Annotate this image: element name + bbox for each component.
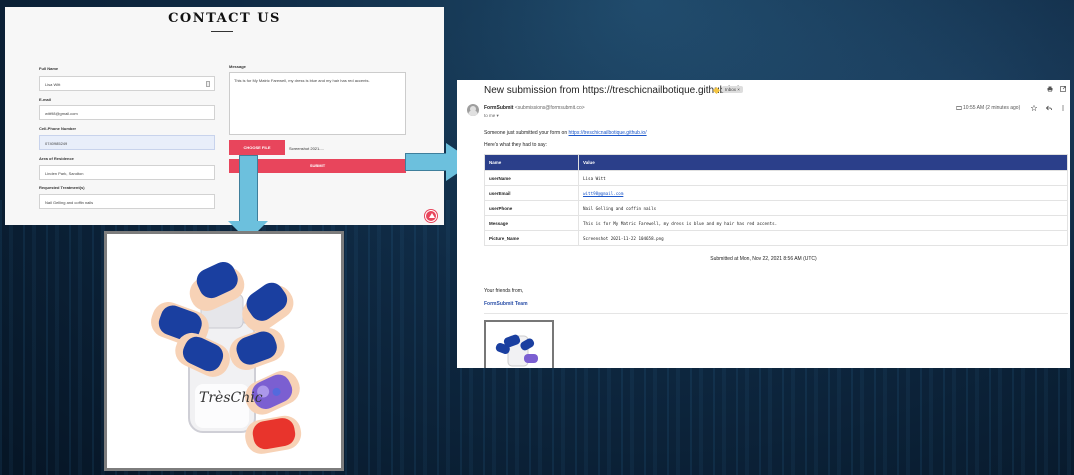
area-field[interactable]: Linden Park, Sandton [39,165,215,180]
cell-field[interactable]: 0740985249 [39,135,215,150]
row-key: userPhone [484,200,579,216]
table-row: Message This is for My Matric Farewell, … [484,215,1068,231]
treatment-field[interactable]: Nail Gelling and coffin nails [39,194,215,209]
email-view: New submission from https://treschicnail… [457,80,1070,368]
intro-text: Someone just submitted your form on [484,130,568,136]
contact-form-panel: CONTACT US Full Name Lisa Witt E-mail wi… [5,7,444,225]
row-value: Lisa Witt [578,170,1068,186]
avatar [467,104,479,116]
full-name-field[interactable]: Lisa Witt [39,76,215,91]
message-field[interactable]: This is for My Matric Farewell, my dress… [229,72,406,135]
row-value: This is for My Matric Farewell, my dress… [578,215,1068,231]
cell-label: Cell-Phone Number [39,126,77,131]
row-value: Screenshot 2021-11-22 104658.png [578,230,1068,246]
arrow-right-shaft [405,153,447,171]
area-label: Area of Residence [39,156,74,161]
attachment-thumbnail[interactable] [484,320,554,368]
nail-design-preview: TrèsChic [104,231,344,471]
email-link[interactable]: witt98@gmail.com [583,191,623,196]
divider [484,313,1068,314]
row-key: Picture_Name [484,230,579,246]
full-name-value: Lisa Witt [45,82,61,87]
table-header-row: Name Value [484,154,1068,171]
reply-icon[interactable] [1046,105,1052,111]
intro-link[interactable]: https://treschicnailbotique.github.io/ [569,130,647,136]
open-new-window-icon[interactable] [1060,86,1066,92]
email-label: E-mail [39,97,52,102]
choose-file-button[interactable]: CHOOSE FILE [229,140,285,155]
email-field[interactable]: witt98@gmail.com [39,105,215,120]
email-time: 10:55 AM (2 minutes ago) [963,105,1021,111]
submission-table: Name Value userName Lisa Witt userEmail … [484,154,1068,246]
said-text: Here's what they had to say: [484,142,547,148]
attachment-icon [956,106,962,110]
nail-design-illustration: TrèsChic [151,261,302,454]
col-name-header: Name [484,154,579,171]
chosen-file-name: Screenshot 2021-... [289,146,324,151]
page-title: CONTACT US [168,11,281,26]
message-label: Message [229,64,246,69]
more-options-icon[interactable] [1060,105,1066,111]
table-row: userName Lisa Witt [484,170,1068,186]
arrow-down-shaft [239,155,258,222]
team-signature: FormSubmit Team [484,301,528,307]
sender-line: FormSubmit <submissions@formsubmit.co> [484,105,585,111]
sender-name: FormSubmit [484,105,514,111]
logo-text: TrèsChic [199,390,263,406]
autofill-icon[interactable] [206,81,210,87]
row-value: Nail Gelling and coffin nails [578,200,1068,216]
title-divider [211,31,233,32]
star-icon[interactable] [1031,105,1037,111]
col-value-header: Value [578,154,1068,171]
friends-text: Your friends from, [484,288,524,294]
thumbnail-image [495,334,538,367]
scroll-to-top-icon[interactable] [425,210,437,222]
table-row: Picture_Name Screenshot 2021-11-22 10465… [484,230,1068,246]
row-value: witt98@gmail.com [578,185,1068,201]
table-row: userPhone Nail Gelling and coffin nails [484,200,1068,216]
intro-line: Someone just submitted your form on http… [484,130,647,136]
row-key: Message [484,215,579,231]
email-subject: New submission from https://treschicnail… [484,85,739,96]
print-icon[interactable] [1047,86,1053,92]
treatment-label: Requested Treatment(s) [39,185,85,190]
row-key: userEmail [484,185,579,201]
full-name-label: Full Name [39,66,59,71]
inbox-label[interactable]: Inbox × [722,86,743,93]
recipient-dropdown[interactable]: to me ▾ [484,113,499,119]
table-row: userEmail witt98@gmail.com [484,185,1068,201]
row-key: userName [484,170,579,186]
sender-email: <submissions@formsubmit.co> [514,105,585,111]
submitted-timestamp: Submitted at Mon, Nov 22, 2021 8:56 AM (… [710,256,817,262]
